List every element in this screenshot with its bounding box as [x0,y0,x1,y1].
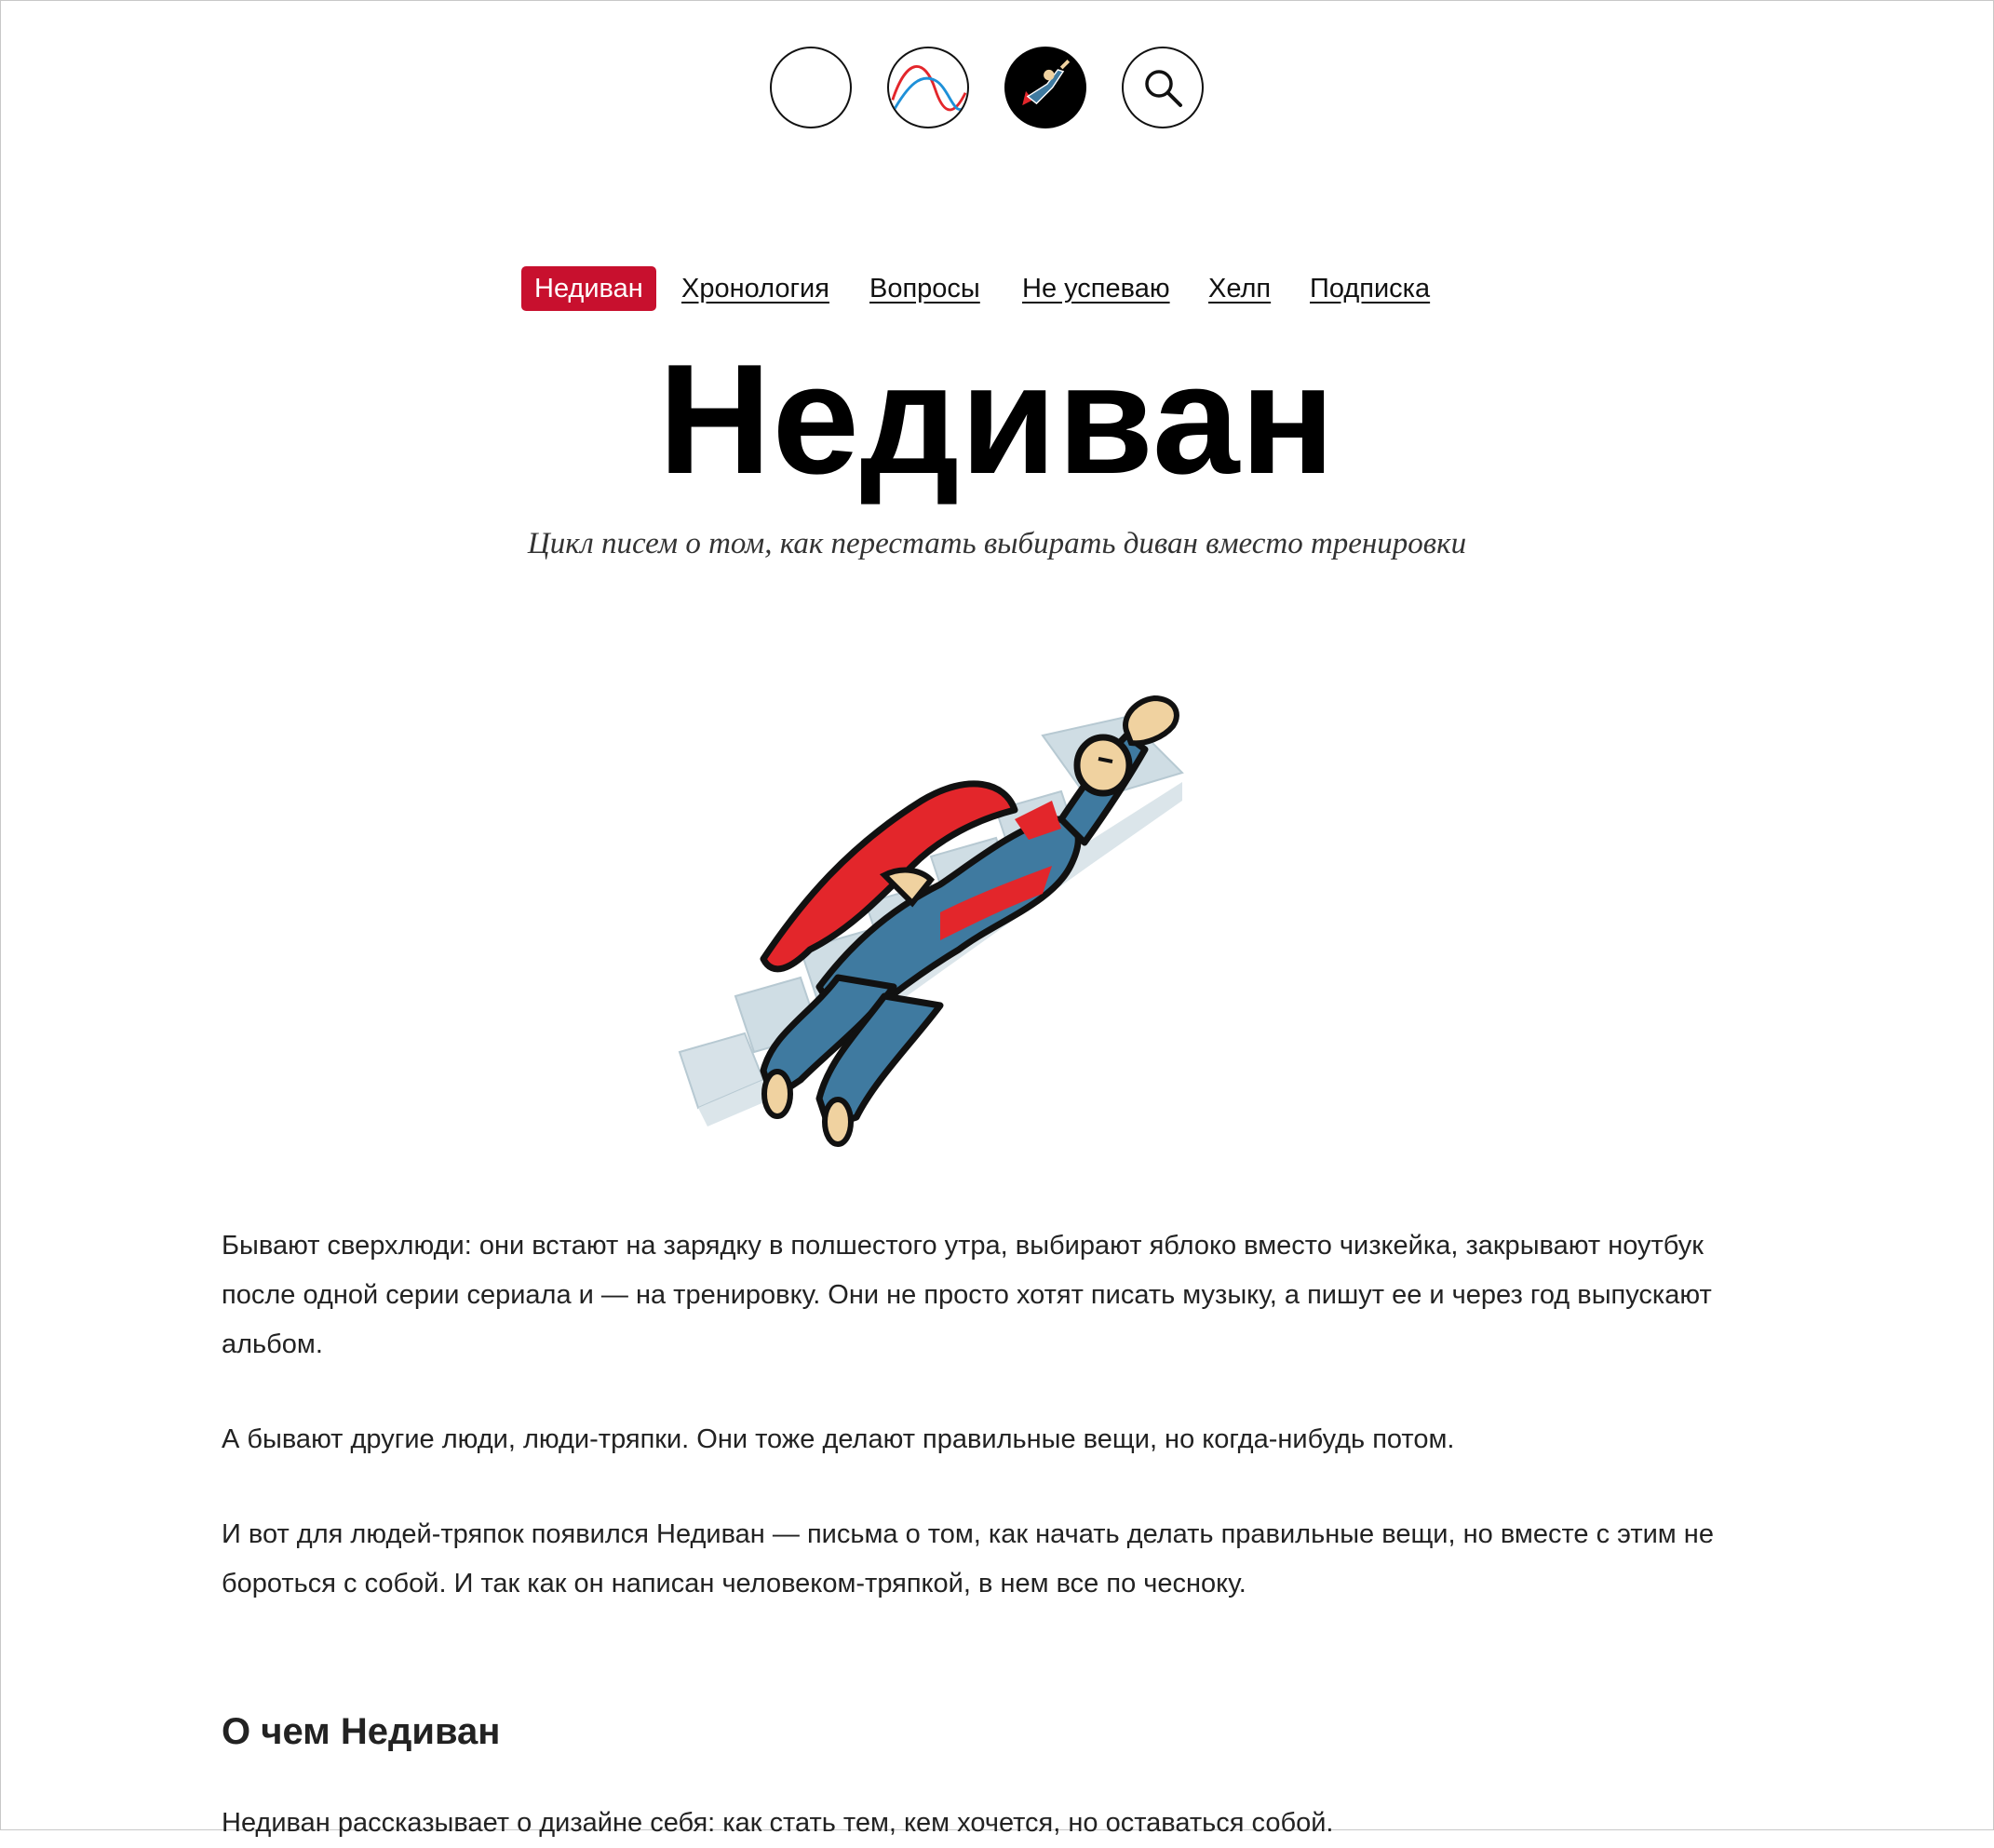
section-paragraph: Недиван рассказывает о дизайне себя: как… [222,1808,1334,1838]
nav-item-help[interactable]: Хелп [1208,266,1271,311]
nav-item-subscription[interactable]: Подписка [1310,266,1430,311]
search-icon[interactable] [1122,47,1204,128]
nav-item-nedivan[interactable]: Недиван [521,266,656,311]
page-title: Недиван [658,331,1336,506]
waves-chart-icon[interactable] [887,47,969,128]
top-icon-bar [0,47,1994,130]
main-nav: Недиван Хронология Вопросы Не успеваю Хе… [0,266,1994,311]
blank-circle-icon[interactable] [770,47,852,128]
intro-paragraph-2: А бывают другие люди, люди-тряпки. Они т… [222,1424,1455,1454]
section-heading: О чем Недиван [222,1711,501,1752]
nav-item-chronology[interactable]: Хронология [681,266,829,311]
intro-paragraph-1: Бывают сверхлюди: они встают на зарядку … [222,1231,1712,1359]
superhero-icon[interactable] [1004,47,1086,128]
nav-item-questions[interactable]: Вопросы [869,266,980,311]
page-subtitle: Цикл писем о том, как перестать выбирать… [527,527,1467,560]
nav-item-no-time[interactable]: Не успеваю [1022,266,1170,311]
intro-paragraph-3: И вот для людей-тряпок появился Недиван … [222,1519,1714,1598]
hero-illustration [661,680,1313,1164]
